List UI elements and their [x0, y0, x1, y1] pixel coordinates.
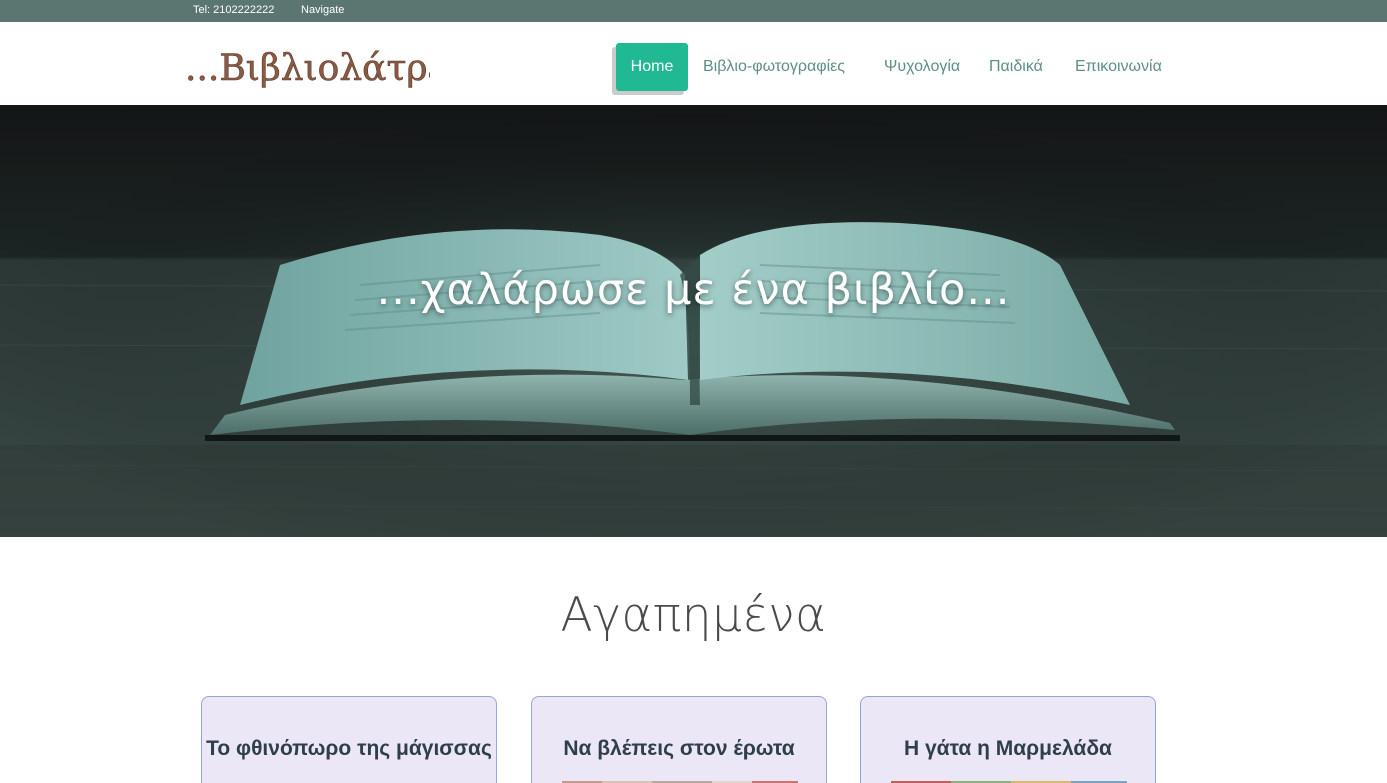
- nav-contact[interactable]: Επικοινωνία: [1075, 43, 1162, 91]
- svg-text:...Βιβλιολάτρεις...: ...Βιβλιολάτρεις...: [185, 48, 430, 88]
- nav-kids[interactable]: Παιδικά: [989, 43, 1043, 91]
- hero-title: ...χαλάρωσε με ένα βιβλίο...: [376, 265, 1011, 315]
- card-title[interactable]: Να βλέπεις στον έρωτα: [532, 733, 826, 765]
- favorite-card[interactable]: Το φθινόπωρο της μάγισσας: [201, 696, 497, 783]
- favorite-card[interactable]: Η γάτα η Μαρμελάδα: [860, 696, 1156, 783]
- card-title[interactable]: Η γάτα η Μαρμελάδα: [861, 733, 1155, 765]
- card-title[interactable]: Το φθινόπωρο της μάγισσας: [202, 733, 496, 765]
- favorite-card[interactable]: Να βλέπεις στον έρωτα: [531, 696, 827, 783]
- nav-psychology[interactable]: Ψυχολογία: [884, 43, 960, 91]
- open-book-image: [0, 105, 1387, 537]
- top-bar: Tel: 2102222222 Navigate: [0, 0, 1387, 22]
- nav-home[interactable]: Home: [616, 43, 688, 91]
- navigate-link[interactable]: Navigate: [301, 4, 344, 16]
- favorites-heading: Αγαπημένα: [560, 588, 827, 643]
- site-logo[interactable]: ...Βιβλιολάτρεις...: [185, 40, 515, 90]
- site-header: ...Βιβλιολάτρεις... Home Βιβλιο-φωτογραφ…: [0, 22, 1387, 105]
- phone-number[interactable]: Tel: 2102222222: [193, 4, 274, 16]
- nav-book-photos[interactable]: Βιβλιο-φωτογραφίες: [703, 43, 845, 91]
- hero-banner: ...χαλάρωσε με ένα βιβλίο...: [0, 105, 1387, 537]
